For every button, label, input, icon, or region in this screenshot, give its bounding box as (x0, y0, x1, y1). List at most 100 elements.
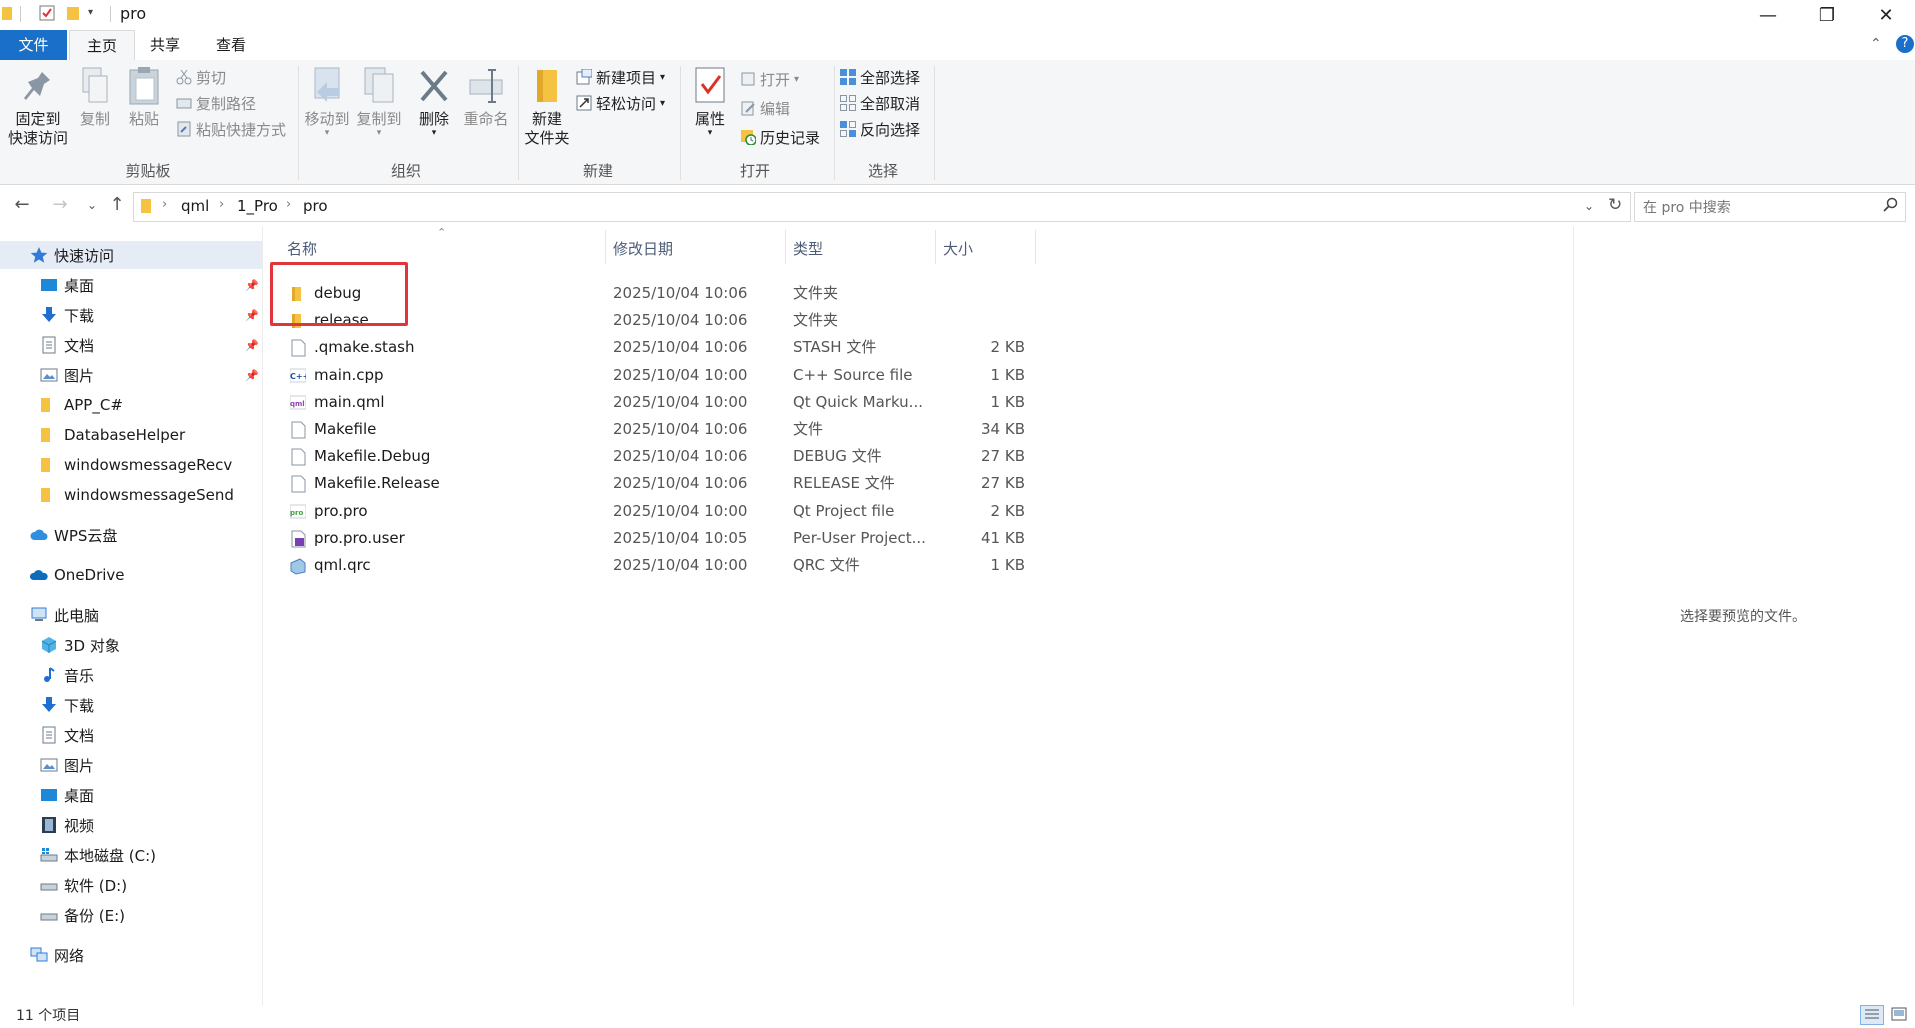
history-button[interactable]: 历史记录 (740, 126, 820, 148)
table-row[interactable]: .qmake.stash 2025/10/04 10:06 STASH 文件 2 KB (263, 334, 1043, 361)
details-view-icon[interactable] (1860, 1005, 1884, 1025)
tab-home[interactable]: 主页 (69, 30, 135, 62)
sidebar-item-pc-downloads[interactable]: 下载 (40, 691, 94, 719)
invert-selection-icon (840, 121, 856, 137)
column-header-name[interactable]: 名称 (287, 234, 317, 264)
sidebar-item-pc-documents[interactable]: 文档 (40, 721, 94, 749)
sidebar-item-pictures[interactable]: 图片 (40, 361, 94, 389)
move-to-button[interactable]: 移动到 ▾ (302, 66, 352, 138)
paste-button[interactable]: 粘贴 (124, 66, 164, 129)
column-separator[interactable] (1035, 230, 1036, 264)
easy-access-button[interactable]: 轻松访问 ▾ (576, 92, 665, 114)
pin-icon[interactable]: 📌 (245, 339, 259, 352)
copy-button[interactable]: 复制 (76, 66, 114, 129)
edit-button[interactable]: 编辑 (740, 97, 790, 119)
back-arrow-icon[interactable]: ← (10, 193, 34, 217)
sidebar-item-pc-desktop[interactable]: 桌面 (40, 781, 94, 809)
open-button[interactable]: 打开 ▾ (740, 68, 799, 90)
table-row[interactable]: pro.pro.user 2025/10/04 10:05 Per-User Pro… (263, 525, 1043, 552)
breadcrumb-1-pro[interactable]: 1_Pro (237, 197, 278, 215)
sidebar-item-label: OneDrive (54, 566, 125, 584)
maximize-button[interactable]: ❐ (1798, 0, 1856, 30)
sidebar-item-label: 桌面 (64, 276, 95, 295)
search-box[interactable] (1634, 192, 1906, 222)
large-icons-view-icon[interactable] (1888, 1005, 1910, 1023)
sidebar-item-desktop[interactable]: 桌面 (40, 271, 94, 299)
select-all-button[interactable]: 全部选择 (840, 66, 920, 88)
rename-label: 重命名 (463, 110, 509, 128)
collapse-ribbon-icon[interactable]: ⌃ (1870, 36, 1882, 52)
sidebar-item-downloads[interactable]: 下载 (40, 301, 94, 329)
sidebar-item-drive-c[interactable]: 本地磁盘 (C:) (40, 841, 156, 869)
sidebar-item-wps-cloud[interactable]: WPS云盘 (30, 521, 117, 549)
pin-quick-access-button[interactable]: 固定到 快速访问 (4, 66, 72, 148)
search-input[interactable] (1641, 196, 1875, 220)
customize-quick-access-icon[interactable]: ▾ (88, 7, 104, 23)
pin-icon[interactable]: 📌 (245, 369, 259, 382)
delete-button[interactable]: 删除 ▾ (414, 66, 454, 138)
sidebar-item-network[interactable]: 网络 (30, 941, 84, 969)
new-folder-quick-icon[interactable] (66, 5, 82, 21)
table-row[interactable]: Makefile 2025/10/04 10:06 文件 34 KB (263, 416, 1043, 443)
breadcrumb-separator-icon: › (286, 197, 292, 212)
new-item-button[interactable]: 新建项目 ▾ (576, 66, 665, 88)
invert-selection-button[interactable]: 反向选择 (840, 118, 920, 140)
column-header-type[interactable]: 类型 (793, 234, 823, 264)
sidebar-item-this-pc[interactable]: 此电脑 (30, 601, 99, 629)
new-folder-button[interactable]: 新建 文件夹 (522, 66, 572, 148)
sidebar-item-onedrive[interactable]: OneDrive (29, 561, 125, 589)
table-row[interactable]: C++ main.cpp 2025/10/04 10:00 C++ Source fi… (263, 362, 1043, 389)
sidebar-item-drive-d[interactable]: 软件 (D:) (40, 871, 127, 899)
table-row[interactable]: qml.qrc 2025/10/04 10:00 QRC 文件 1 KB (263, 552, 1043, 579)
breadcrumb-pro[interactable]: pro (303, 197, 328, 215)
sidebar-item-windowsmessagerecv[interactable]: windowsmessageRecv (40, 451, 232, 479)
column-header-size[interactable]: 大小 (943, 234, 973, 264)
close-button[interactable]: ✕ (1857, 0, 1915, 30)
paste-shortcut-button[interactable]: 粘贴快捷方式 (176, 118, 286, 140)
tab-share[interactable]: 共享 (136, 30, 194, 60)
pictures-icon (40, 756, 58, 774)
properties-quick-icon[interactable] (39, 5, 55, 21)
address-dropdown-icon[interactable]: ⌄ (1584, 199, 1594, 213)
sidebar-item-drive-e[interactable]: 备份 (E:) (40, 901, 125, 929)
breadcrumb-qml[interactable]: qml (181, 197, 209, 215)
copy-to-button[interactable]: 复制到 ▾ (354, 66, 404, 138)
tab-file[interactable]: 文件 (0, 30, 67, 60)
recent-locations-icon[interactable]: ⌄ (80, 193, 104, 217)
minimize-button[interactable]: — (1739, 0, 1797, 30)
help-icon[interactable]: ? (1896, 35, 1914, 53)
sidebar-item-documents[interactable]: 文档 (40, 331, 94, 359)
sidebar-item-app-c[interactable]: APP_C# (40, 391, 123, 419)
pin-icon[interactable]: 📌 (245, 279, 259, 292)
star-icon (30, 246, 48, 264)
select-none-button[interactable]: 全部取消 (840, 92, 920, 114)
sidebar-item-windowsmessagesend[interactable]: windowsmessageSend (40, 481, 234, 509)
sort-ascending-icon: ⌃ (437, 226, 447, 239)
table-row[interactable]: qml main.qml 2025/10/04 10:00 Qt Quick Mark… (263, 389, 1043, 416)
sidebar-item-databasehelper[interactable]: DatabaseHelper (40, 421, 185, 449)
column-separator[interactable] (785, 230, 786, 264)
forward-arrow-icon[interactable]: → (48, 193, 72, 217)
pin-icon[interactable]: 📌 (245, 309, 259, 322)
sidebar-item-videos[interactable]: 视频 (40, 811, 94, 839)
sidebar-item-music[interactable]: 音乐 (40, 661, 94, 689)
sidebar-item-pc-pictures[interactable]: 图片 (40, 751, 94, 779)
refresh-icon[interactable]: ↻ (1608, 195, 1622, 215)
up-arrow-icon[interactable]: ↑ (105, 193, 129, 217)
table-row[interactable]: pro pro.pro 2025/10/04 10:00 Qt Project fil… (263, 498, 1043, 525)
table-row[interactable]: Makefile.Debug 2025/10/04 10:06 DEBUG 文件 27… (263, 443, 1043, 470)
copy-path-button[interactable]: 复制路径 (176, 92, 256, 114)
sidebar-item-3d-objects[interactable]: 3D 对象 (40, 631, 120, 659)
rename-button[interactable]: 重命名 (460, 66, 512, 129)
table-row[interactable]: Makefile.Release 2025/10/04 10:06 RELEASE … (263, 470, 1043, 497)
sidebar-item-quick-access[interactable]: 快速访问 (0, 241, 262, 269)
column-header-date[interactable]: 修改日期 (613, 234, 673, 264)
address-bar[interactable]: › qml › 1_Pro › pro ⌄ ↻ (133, 192, 1631, 222)
cut-button[interactable]: 剪切 (176, 66, 226, 88)
column-separator[interactable] (935, 230, 936, 264)
search-icon[interactable] (1883, 197, 1899, 217)
file-size: 2 KB (990, 501, 1025, 520)
tab-view[interactable]: 查看 (202, 30, 260, 60)
properties-button[interactable]: 属性 ▾ (686, 66, 734, 138)
column-separator[interactable] (605, 230, 606, 264)
